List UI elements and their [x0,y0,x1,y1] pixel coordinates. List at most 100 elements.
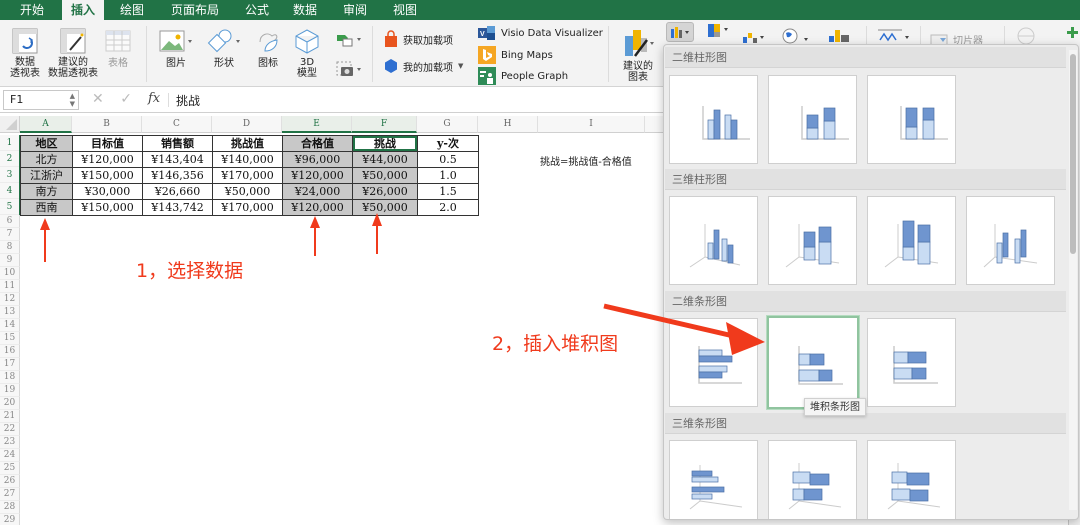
table-cell[interactable]: 1.0 [417,167,479,184]
row-header-4[interactable]: 4 [0,183,20,199]
column-header-d[interactable]: D [212,116,282,133]
pivot-table-button[interactable]: 数据 透视表 [6,28,44,79]
table-cell[interactable]: ¥170,000 [212,199,283,216]
column-header-g[interactable]: G [417,116,478,133]
row-header-29[interactable]: 29 [0,514,20,525]
confirm-icon[interactable]: ✓ [120,91,132,107]
table-cell[interactable]: 南方 [20,183,73,200]
table-cell[interactable]: 西南 [20,199,73,216]
table-header-cell[interactable]: y-次 [417,135,479,152]
row-header-27[interactable]: 27 [0,488,20,501]
table-cell[interactable]: ¥26,660 [142,183,213,200]
shapes-button[interactable]: 形状 [204,28,244,69]
table-header-cell[interactable]: 合格值 [282,135,353,152]
table-cell[interactable]: ¥26,000 [352,183,418,200]
row-header-9[interactable]: 9 [0,254,20,267]
table-cell[interactable]: ¥120,000 [282,167,353,184]
recommended-charts-button[interactable]: 建议的 图表 [618,28,658,83]
hierarchy-chart-button[interactable] [704,22,732,43]
table-button[interactable]: 表格 [104,28,132,69]
row-header-7[interactable]: 7 [0,228,20,241]
name-box-stepper-icon[interactable]: ▲ ▼ [70,92,75,108]
table-cell[interactable]: ¥30,000 [72,183,143,200]
chart-3d-column[interactable] [966,196,1055,285]
tab-view[interactable]: 视图 [384,0,426,20]
column-header-e[interactable]: E [282,116,352,133]
column-header-f[interactable]: F [352,116,417,133]
table-header-cell[interactable]: 挑战 [352,135,418,152]
row-header-5[interactable]: 5 [0,199,20,215]
table-header-cell[interactable]: 目标值 [72,135,143,152]
row-header-25[interactable]: 25 [0,462,20,475]
row-header-23[interactable]: 23 [0,436,20,449]
visio-button[interactable]: V Visio Data Visualizer [478,25,603,41]
tab-home[interactable]: 开始 [10,0,54,20]
chart-clustered-column[interactable] [669,75,758,164]
chart-3d-clustered-column[interactable] [669,196,758,285]
recommended-pivot-button[interactable]: 建议的 数据透视表 [46,28,100,79]
table-cell[interactable]: ¥170,000 [212,167,283,184]
row-header-6[interactable]: 6 [0,215,20,228]
table-cell[interactable]: ¥143,404 [142,151,213,168]
chart-3d-stacked-bar[interactable] [768,440,857,519]
row-header-3[interactable]: 3 [0,167,20,183]
insert-function-button[interactable]: fx [148,91,160,106]
bing-maps-button[interactable]: Bing Maps [478,46,553,64]
tab-formulas[interactable]: 公式 [236,0,278,20]
table-cell[interactable]: ¥96,000 [282,151,353,168]
screenshot-button[interactable] [334,60,364,81]
row-header-12[interactable]: 12 [0,293,20,306]
column-chart-button[interactable] [666,22,694,42]
table-cell[interactable]: 1.5 [417,183,479,200]
chart-3d-percent-stacked-column[interactable] [867,196,956,285]
gallery-scrollbar-thumb[interactable] [1070,54,1076,254]
table-cell[interactable]: ¥143,742 [142,199,213,216]
table-header-cell[interactable]: 地区 [20,135,73,152]
table-cell[interactable]: ¥150,000 [72,167,143,184]
row-header-11[interactable]: 11 [0,280,20,293]
chart-3d-clustered-bar[interactable] [669,440,758,519]
table-cell[interactable]: ¥44,000 [352,151,418,168]
table-cell[interactable]: ¥50,000 [352,199,418,216]
row-header-17[interactable]: 17 [0,358,20,371]
row-header-8[interactable]: 8 [0,241,20,254]
table-cell[interactable]: ¥50,000 [352,167,418,184]
row-header-19[interactable]: 19 [0,384,20,397]
table-cell[interactable]: 0.5 [417,151,479,168]
smartart-button[interactable] [334,32,364,51]
row-header-14[interactable]: 14 [0,319,20,332]
tab-data[interactable]: 数据 [284,0,326,20]
row-header-26[interactable]: 26 [0,475,20,488]
formula-input[interactable]: 挑战 [176,92,200,109]
column-header-c[interactable]: C [142,116,212,133]
gallery-scrollbar[interactable] [1069,50,1077,510]
table-cell[interactable]: ¥120,000 [72,151,143,168]
chart-percent-stacked-column[interactable] [867,75,956,164]
table-cell[interactable]: 江浙沪 [20,167,73,184]
chart-stacked-column[interactable] [768,75,857,164]
my-addins-button[interactable]: 我的加载项 ▼ [384,58,463,74]
row-header-16[interactable]: 16 [0,345,20,358]
name-box[interactable]: F1 ▲ ▼ [3,90,79,110]
chart-percent-stacked-bar[interactable] [867,318,956,407]
table-cell[interactable]: 2.0 [417,199,479,216]
tab-review[interactable]: 审阅 [334,0,376,20]
row-header-22[interactable]: 22 [0,423,20,436]
table-cell[interactable]: ¥50,000 [212,183,283,200]
table-cell[interactable]: ¥24,000 [282,183,353,200]
row-header-28[interactable]: 28 [0,501,20,514]
column-header-partial[interactable] [645,116,665,133]
column-header-a[interactable]: A [20,116,72,133]
chart-clustered-bar[interactable] [669,318,758,407]
table-cell[interactable]: ¥120,000 [282,199,353,216]
table-cell[interactable]: ¥140,000 [212,151,283,168]
chart-3d-percent-stacked-bar[interactable] [867,440,956,519]
table-cell[interactable]: ¥146,356 [142,167,213,184]
table-header-cell[interactable]: 挑战值 [212,135,283,152]
table-header-cell[interactable]: 销售额 [142,135,213,152]
row-header-13[interactable]: 13 [0,306,20,319]
chart-stacked-bar[interactable] [767,316,859,409]
table-cell[interactable]: ¥150,000 [72,199,143,216]
column-header-i[interactable]: I [538,116,645,133]
row-header-10[interactable]: 10 [0,267,20,280]
